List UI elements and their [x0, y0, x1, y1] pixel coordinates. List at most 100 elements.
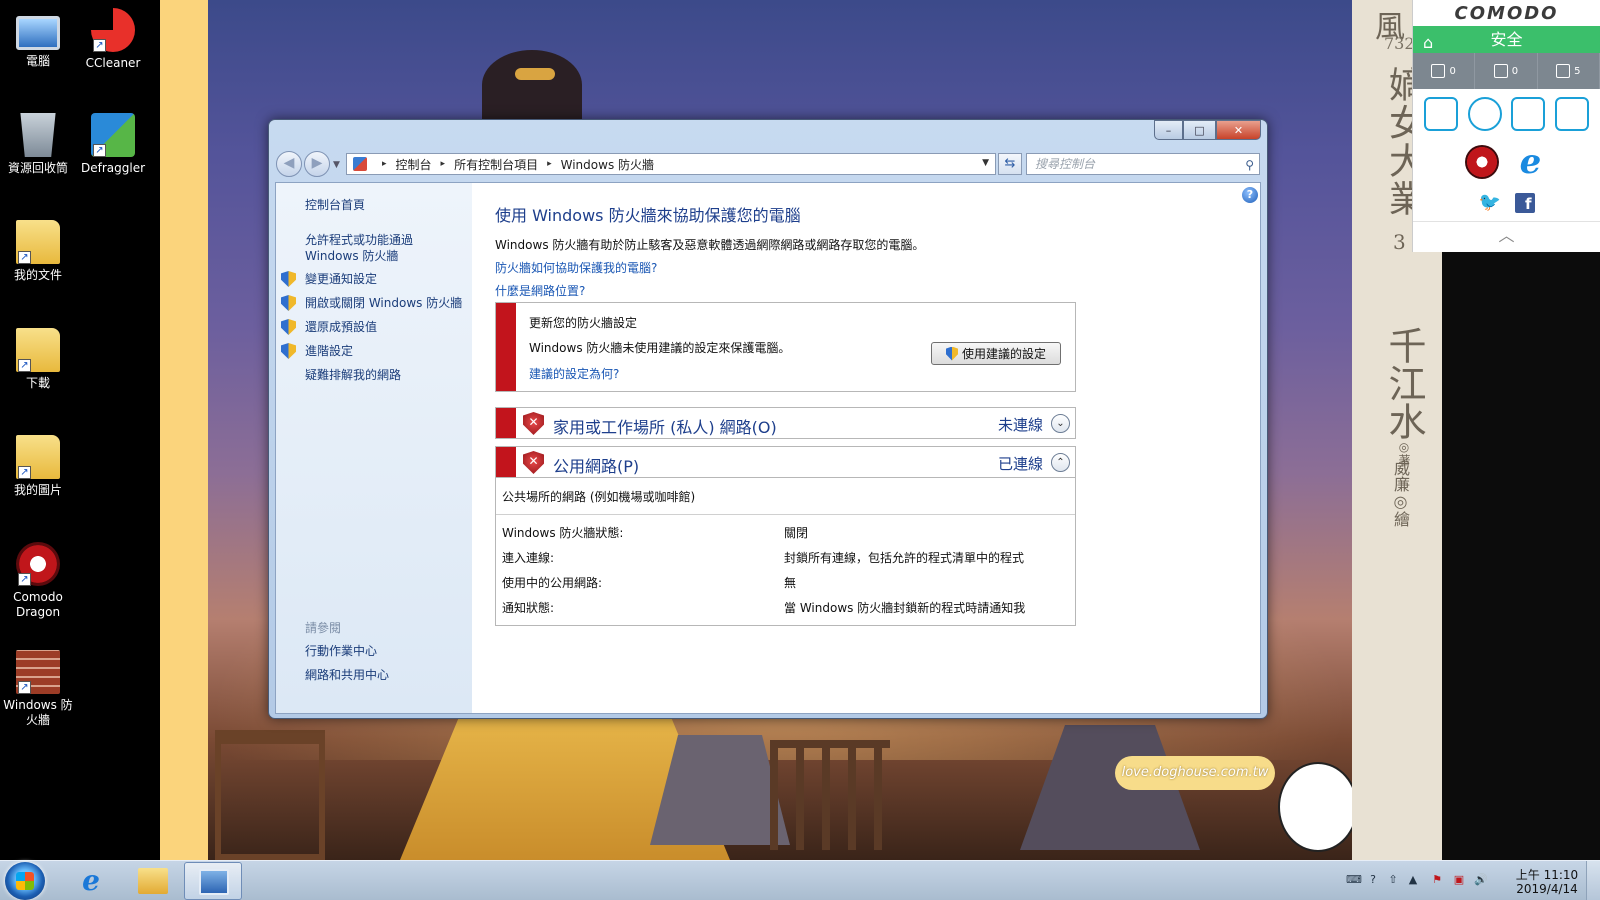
- close-button[interactable]: ✕: [1216, 120, 1261, 140]
- network-icon[interactable]: ▣: [1452, 873, 1466, 887]
- recent-pages-dropdown[interactable]: ▼: [333, 160, 340, 170]
- taskbar-file-explorer[interactable]: [124, 862, 182, 900]
- help-tray-icon[interactable]: ?: [1366, 873, 1380, 887]
- download-tray-icon[interactable]: [1555, 97, 1590, 131]
- desktop-icon-label: 下載: [25, 376, 50, 390]
- comodo-status-text: 安全: [1490, 30, 1523, 49]
- shield-error-icon: ✕: [523, 451, 544, 474]
- sidebar-item-troubleshoot[interactable]: 疑難排解我的網路: [305, 367, 470, 383]
- address-bar[interactable]: ▸ 控制台 ▸ 所有控制台項目 ▸ Windows 防火牆 ▼: [346, 153, 996, 175]
- chevron-right-icon[interactable]: ▸: [441, 159, 446, 169]
- sandbox-icon[interactable]: [1511, 97, 1546, 131]
- desktop-icon-downloads[interactable]: ↗ 下載: [0, 328, 76, 391]
- sidebar-item-action-center[interactable]: 行動作業中心: [305, 643, 470, 659]
- wallpaper-wooden-tower: [215, 730, 325, 860]
- detail-value: 無: [784, 576, 797, 590]
- refresh-button[interactable]: ⇆: [998, 153, 1022, 175]
- link-how-firewall-helps[interactable]: 防火牆如何協助保護我的電腦?: [495, 259, 657, 276]
- shortcut-arrow-icon: ↗: [18, 251, 31, 264]
- facebook-icon[interactable]: f: [1514, 193, 1535, 213]
- public-network-header[interactable]: ✕ 公用網路(P) 已連線 ⌃: [495, 446, 1076, 478]
- minimize-button[interactable]: –: [1154, 120, 1183, 140]
- sidebar-item-advanced-settings[interactable]: 進階設定: [281, 343, 470, 359]
- book-number: 732: [1384, 34, 1415, 53]
- comodo-status-bar[interactable]: ⌂ 安全: [1413, 26, 1600, 53]
- wallpaper-fence: [770, 740, 890, 850]
- network-state: 未連線: [997, 416, 1043, 434]
- comodo-counter-tasks[interactable]: 0: [1413, 53, 1476, 89]
- unknown-file-icon: [1556, 64, 1571, 78]
- sidebar-item-home[interactable]: 控制台首頁: [305, 197, 470, 213]
- comodo-dragon-icon[interactable]: [1464, 145, 1499, 179]
- detail-label: Windows 防火牆狀態:: [502, 526, 624, 540]
- wifi-scan-icon[interactable]: [1423, 97, 1458, 131]
- chevron-right-icon[interactable]: ▸: [547, 159, 552, 169]
- public-network-details: 公共場所的網路 (例如機場或咖啡館) Windows 防火牆狀態: 關閉 連入連…: [495, 478, 1076, 626]
- link-recommended-settings[interactable]: 建議的設定為何?: [529, 365, 619, 382]
- internet-explorer-icon[interactable]: e: [1513, 144, 1549, 180]
- detail-row: 使用中的公用網路: 無: [502, 574, 1072, 592]
- breadcrumb-all-items[interactable]: 所有控制台項目: [454, 156, 538, 173]
- desktop-icon-windows-firewall[interactable]: ↗ Windows 防火牆: [0, 650, 76, 728]
- wallpaper-dog-mascot: [1278, 762, 1358, 852]
- shield-error-icon: ✕: [523, 412, 544, 435]
- sidebar-item-network-center[interactable]: 網路和共用中心: [305, 667, 470, 683]
- forward-button[interactable]: ▶: [304, 151, 330, 177]
- desktop-icon-recycle-bin[interactable]: 資源回收筒: [0, 113, 76, 176]
- chevron-up-icon[interactable]: ︿: [1413, 221, 1600, 249]
- breadcrumb-firewall[interactable]: Windows 防火牆: [561, 156, 654, 173]
- maximize-button[interactable]: □: [1183, 120, 1216, 140]
- list-icon: [1493, 64, 1508, 78]
- clock-time[interactable]: 上午 11:10: [1514, 866, 1580, 883]
- private-network-header[interactable]: ✕ 家用或工作場所 (私人) 網路(O) 未連線 ⌄: [495, 407, 1076, 439]
- counter-value: 0: [1449, 65, 1456, 77]
- uac-shield-icon: [281, 295, 296, 311]
- detail-row: 連入連線: 封鎖所有連線，包括允許的程式清單中的程式: [502, 549, 1072, 567]
- desktop-icon-defraggler[interactable]: ↗ Defraggler: [75, 113, 151, 176]
- show-hidden-icons-icon[interactable]: ▲: [1406, 873, 1420, 887]
- twitter-icon[interactable]: 🐦: [1479, 194, 1501, 212]
- volume-icon[interactable]: 🔊: [1474, 873, 1488, 887]
- detail-value: 關閉: [784, 526, 809, 540]
- taskbar-control-panel[interactable]: [184, 862, 242, 900]
- comodo-counter-unknown[interactable]: 5: [1538, 53, 1600, 89]
- chevron-up-icon[interactable]: ⌃: [1051, 453, 1070, 472]
- show-desktop-button[interactable]: [1586, 861, 1600, 900]
- comodo-counters: 0 0 5: [1413, 53, 1600, 89]
- start-button[interactable]: [5, 862, 45, 900]
- desktop-icon-comodo-dragon[interactable]: ↗ Comodo Dragon: [0, 542, 76, 620]
- address-dropdown-icon[interactable]: ▼: [982, 158, 989, 168]
- desktop-icon-ccleaner[interactable]: ↗ CCleaner: [75, 8, 151, 71]
- keyboard-icon[interactable]: ⌨: [1346, 873, 1362, 887]
- sidebar-item-notifications[interactable]: 變更通知設定: [281, 271, 470, 287]
- sidebar-item-allow-programs[interactable]: 允許程式或功能通過 Windows 防火牆: [305, 232, 470, 264]
- sidebar-item-restore-defaults[interactable]: 還原成預設值: [281, 319, 470, 335]
- clock-date[interactable]: 2019/4/14: [1514, 882, 1580, 896]
- warning-status-bar: [496, 303, 516, 391]
- folder-icon: [138, 868, 168, 894]
- use-recommended-settings-button[interactable]: 使用建議的設定: [931, 342, 1061, 365]
- chevron-right-icon[interactable]: ▸: [382, 159, 387, 169]
- refresh-scan-icon[interactable]: [1467, 97, 1502, 131]
- network-status-bar: [496, 408, 516, 438]
- link-network-location[interactable]: 什麼是網路位置?: [495, 282, 585, 299]
- comodo-counter-list[interactable]: 0: [1475, 53, 1538, 89]
- back-button[interactable]: ◀: [276, 151, 302, 177]
- desktop-icon-label: 我的文件: [13, 268, 62, 282]
- home-icon[interactable]: ⌂: [1423, 29, 1433, 56]
- taskbar-internet-explorer[interactable]: e: [62, 862, 120, 900]
- desktop-icon-pictures[interactable]: ↗ 我的圖片: [0, 435, 76, 498]
- action-center-flag-icon[interactable]: ⚑: [1430, 873, 1444, 887]
- help-icon[interactable]: ?: [1242, 187, 1258, 203]
- desktop-icon-documents[interactable]: ↗ 我的文件: [0, 220, 76, 283]
- search-icon[interactable]: ⚲: [1245, 155, 1254, 175]
- language-bar-icon[interactable]: ⇧: [1386, 873, 1400, 887]
- comodo-tools: [1413, 89, 1600, 139]
- comodo-widget: COMODO ⌂ 安全 0 0 5 e 🐦 f ︿: [1412, 0, 1600, 252]
- chevron-down-icon[interactable]: ⌄: [1051, 414, 1070, 433]
- search-input[interactable]: 搜尋控制台 ⚲: [1026, 153, 1260, 175]
- breadcrumb-control-panel[interactable]: 控制台: [396, 156, 432, 173]
- sidebar-item-toggle-firewall[interactable]: 開啟或關閉 Windows 防火牆: [281, 295, 470, 311]
- desktop-icon-computer[interactable]: 電腦: [0, 8, 76, 69]
- main-panel: ? 使用 Windows 防火牆來協助保護您的電腦 Windows 防火牆有助於…: [472, 183, 1260, 713]
